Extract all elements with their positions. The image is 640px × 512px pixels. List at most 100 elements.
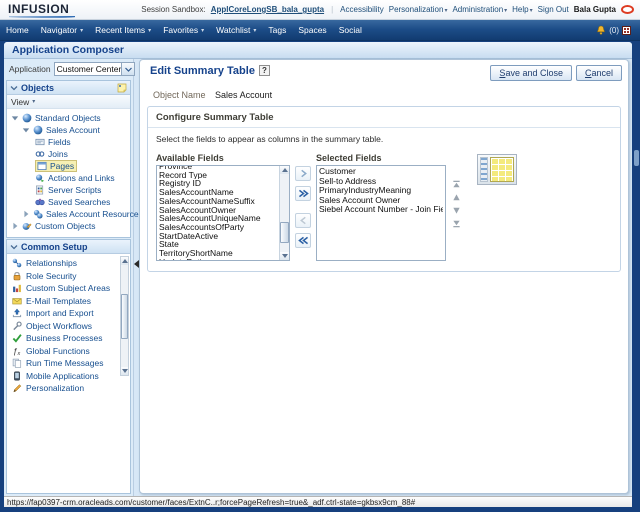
selected-field-option[interactable]: Customer [319,167,443,177]
custom-objects-icon [22,221,32,231]
objects-panel-header[interactable]: Objects [7,81,130,95]
available-field-option[interactable]: UpdateRating [159,258,277,260]
available-field-option[interactable]: SalesAccountsOfParty [159,223,277,232]
collapse-chevron-icon[interactable] [10,243,18,251]
selected-field-option[interactable]: Sales Account Owner [319,196,443,206]
available-fields-listbox[interactable]: ProvinceRecord TypeRegistry IDSalesAccou… [156,165,290,261]
cancel-button[interactable]: Cancel [576,65,622,81]
nav-favorites[interactable]: Favorites▾ [157,25,210,35]
selected-field-option[interactable]: Sell-to Address [319,177,443,187]
setup-item-email-templates[interactable]: E-Mail Templates [12,295,120,308]
remove-all-button[interactable] [295,233,311,248]
setup-item-import-and-export[interactable]: Import and Export [12,307,120,320]
tree-item-saved-searches[interactable]: Saved Searches [7,196,130,208]
available-field-option[interactable]: StartDateActive [159,232,277,241]
common-setup-panel-header[interactable]: Common Setup [7,240,130,254]
nav-recent-items[interactable]: Recent Items▾ [89,25,157,35]
app-grid-icon[interactable] [622,26,631,35]
expander-collapsed-icon[interactable] [11,222,19,230]
nav-social[interactable]: Social [333,25,368,35]
mobile-device-icon [12,371,22,381]
available-fields-scrollbar[interactable] [279,166,289,260]
application-composer-header: Application Composer [4,42,632,59]
selected-fields-listbox[interactable]: CustomerSell-to AddressPrimaryIndustryMe… [316,165,446,261]
chevron-down-icon: ▾ [148,27,151,34]
notification-bell-icon[interactable] [596,25,606,36]
available-field-option[interactable]: SalesAccountNameSuffix [159,197,277,206]
sign-out-link[interactable]: Sign Out [538,5,569,14]
expander-expanded-icon[interactable] [11,114,19,122]
setup-item-object-workflows[interactable]: Object Workflows [12,320,120,333]
personalization-menu[interactable]: Personalization▾ [389,5,448,14]
selected-field-option[interactable]: PrimaryIndustryMeaning [319,186,443,196]
note-icon[interactable] [117,83,127,93]
common-setup-scrollbar[interactable] [120,256,129,376]
help-menu[interactable]: Help▾ [512,5,532,14]
setup-item-custom-subject-areas[interactable]: Custom Subject Areas [12,282,120,295]
expander-expanded-icon[interactable] [22,126,30,134]
nav-navigator[interactable]: Navigator▾ [35,25,89,35]
check-icon [12,333,22,343]
remove-selected-button[interactable] [295,213,311,228]
tree-item-sales-account-resource[interactable]: Sales Account Resource [7,208,130,220]
setup-item-mobile-applications[interactable]: Mobile Applications [12,370,120,383]
move-to-top-button[interactable] [452,180,461,189]
tree-item-sales-account[interactable]: Sales Account [7,124,130,136]
save-and-close-button[interactable]: Save and Close [490,65,572,81]
available-field-option[interactable]: Registry ID [159,179,277,188]
application-select[interactable]: Customer Center [54,62,136,76]
right-splitter-grip[interactable] [634,150,639,166]
page-title: Application Composer [4,44,124,56]
accessibility-link[interactable]: Accessibility [340,5,384,14]
tree-item-pages[interactable]: Pages [7,160,130,172]
nav-home[interactable]: Home [0,25,35,35]
available-field-option[interactable]: TerritoryShortName [159,249,277,258]
object-name-label: Object Name [153,90,206,100]
help-icon[interactable]: ? [259,65,270,76]
scroll-down-icon[interactable] [280,252,289,260]
scroll-up-icon[interactable] [121,257,128,265]
expander-collapsed-icon[interactable] [22,210,30,218]
nav-spaces[interactable]: Spaces [292,25,332,35]
available-field-option[interactable]: SalesAccountName [159,188,277,197]
nav-watchlist[interactable]: Watchlist▾ [210,25,262,35]
scroll-up-icon[interactable] [280,166,289,174]
setup-item-business-processes[interactable]: Business Processes [12,332,120,345]
setup-item-relationships[interactable]: Relationships [12,257,120,270]
move-selected-button[interactable] [295,166,311,181]
configure-summary-table-section: Configure Summary Table Select the field… [147,106,621,272]
objects-view-menu[interactable]: View ▾ [7,95,130,109]
tree-item-custom-objects[interactable]: Custom Objects [7,220,130,232]
setup-item-personalization[interactable]: Personalization [12,382,120,395]
collapse-chevron-icon[interactable] [10,84,18,92]
setup-item-global-functions[interactable]: ƒx Global Functions [12,345,120,358]
setup-item-run-time-messages[interactable]: Run Time Messages [12,357,120,370]
divider: | [329,5,335,14]
tree-item-joins[interactable]: Joins [7,148,130,160]
move-all-button[interactable] [295,186,311,201]
scroll-down-icon[interactable] [121,367,128,375]
tree-item-server-scripts[interactable]: Server Scripts [7,184,130,196]
edit-summary-table-panel: Edit Summary Table ? Save and Close Canc… [139,59,629,494]
move-down-button[interactable] [452,206,461,215]
available-field-option[interactable]: SalesAccountUniqueName [159,214,277,223]
application-select-dropdown-button[interactable] [121,63,134,75]
preview-sidebar-graphic [480,157,488,182]
setup-item-role-security[interactable]: Role Security [12,270,120,283]
tree-item-actions-and-links[interactable]: Actions and Links [7,172,130,184]
move-up-button[interactable] [452,193,461,202]
page-content: Application Composer Application Custome… [4,42,632,496]
available-field-option[interactable]: Record Type [159,171,277,180]
tree-item-fields[interactable]: Fields [7,136,130,148]
tree-item-standard-objects[interactable]: Standard Objects [7,112,130,124]
scrollbar-thumb[interactable] [280,222,289,242]
available-field-option[interactable]: SalesAccountOwner [159,206,277,215]
available-field-option[interactable]: State [159,240,277,249]
move-to-bottom-button[interactable] [452,219,461,228]
scrollbar-thumb[interactable] [121,294,128,340]
nav-tags[interactable]: Tags [262,25,292,35]
global-top-bar: INFUSION Session Sandbox: ApplCoreLongSB… [0,0,640,20]
administration-menu[interactable]: Administration▾ [452,5,507,14]
session-sandbox-link[interactable]: ApplCoreLongSB_bala_gupta [211,5,324,14]
selected-field-option[interactable]: Siebel Account Number - Join Field [319,205,443,215]
